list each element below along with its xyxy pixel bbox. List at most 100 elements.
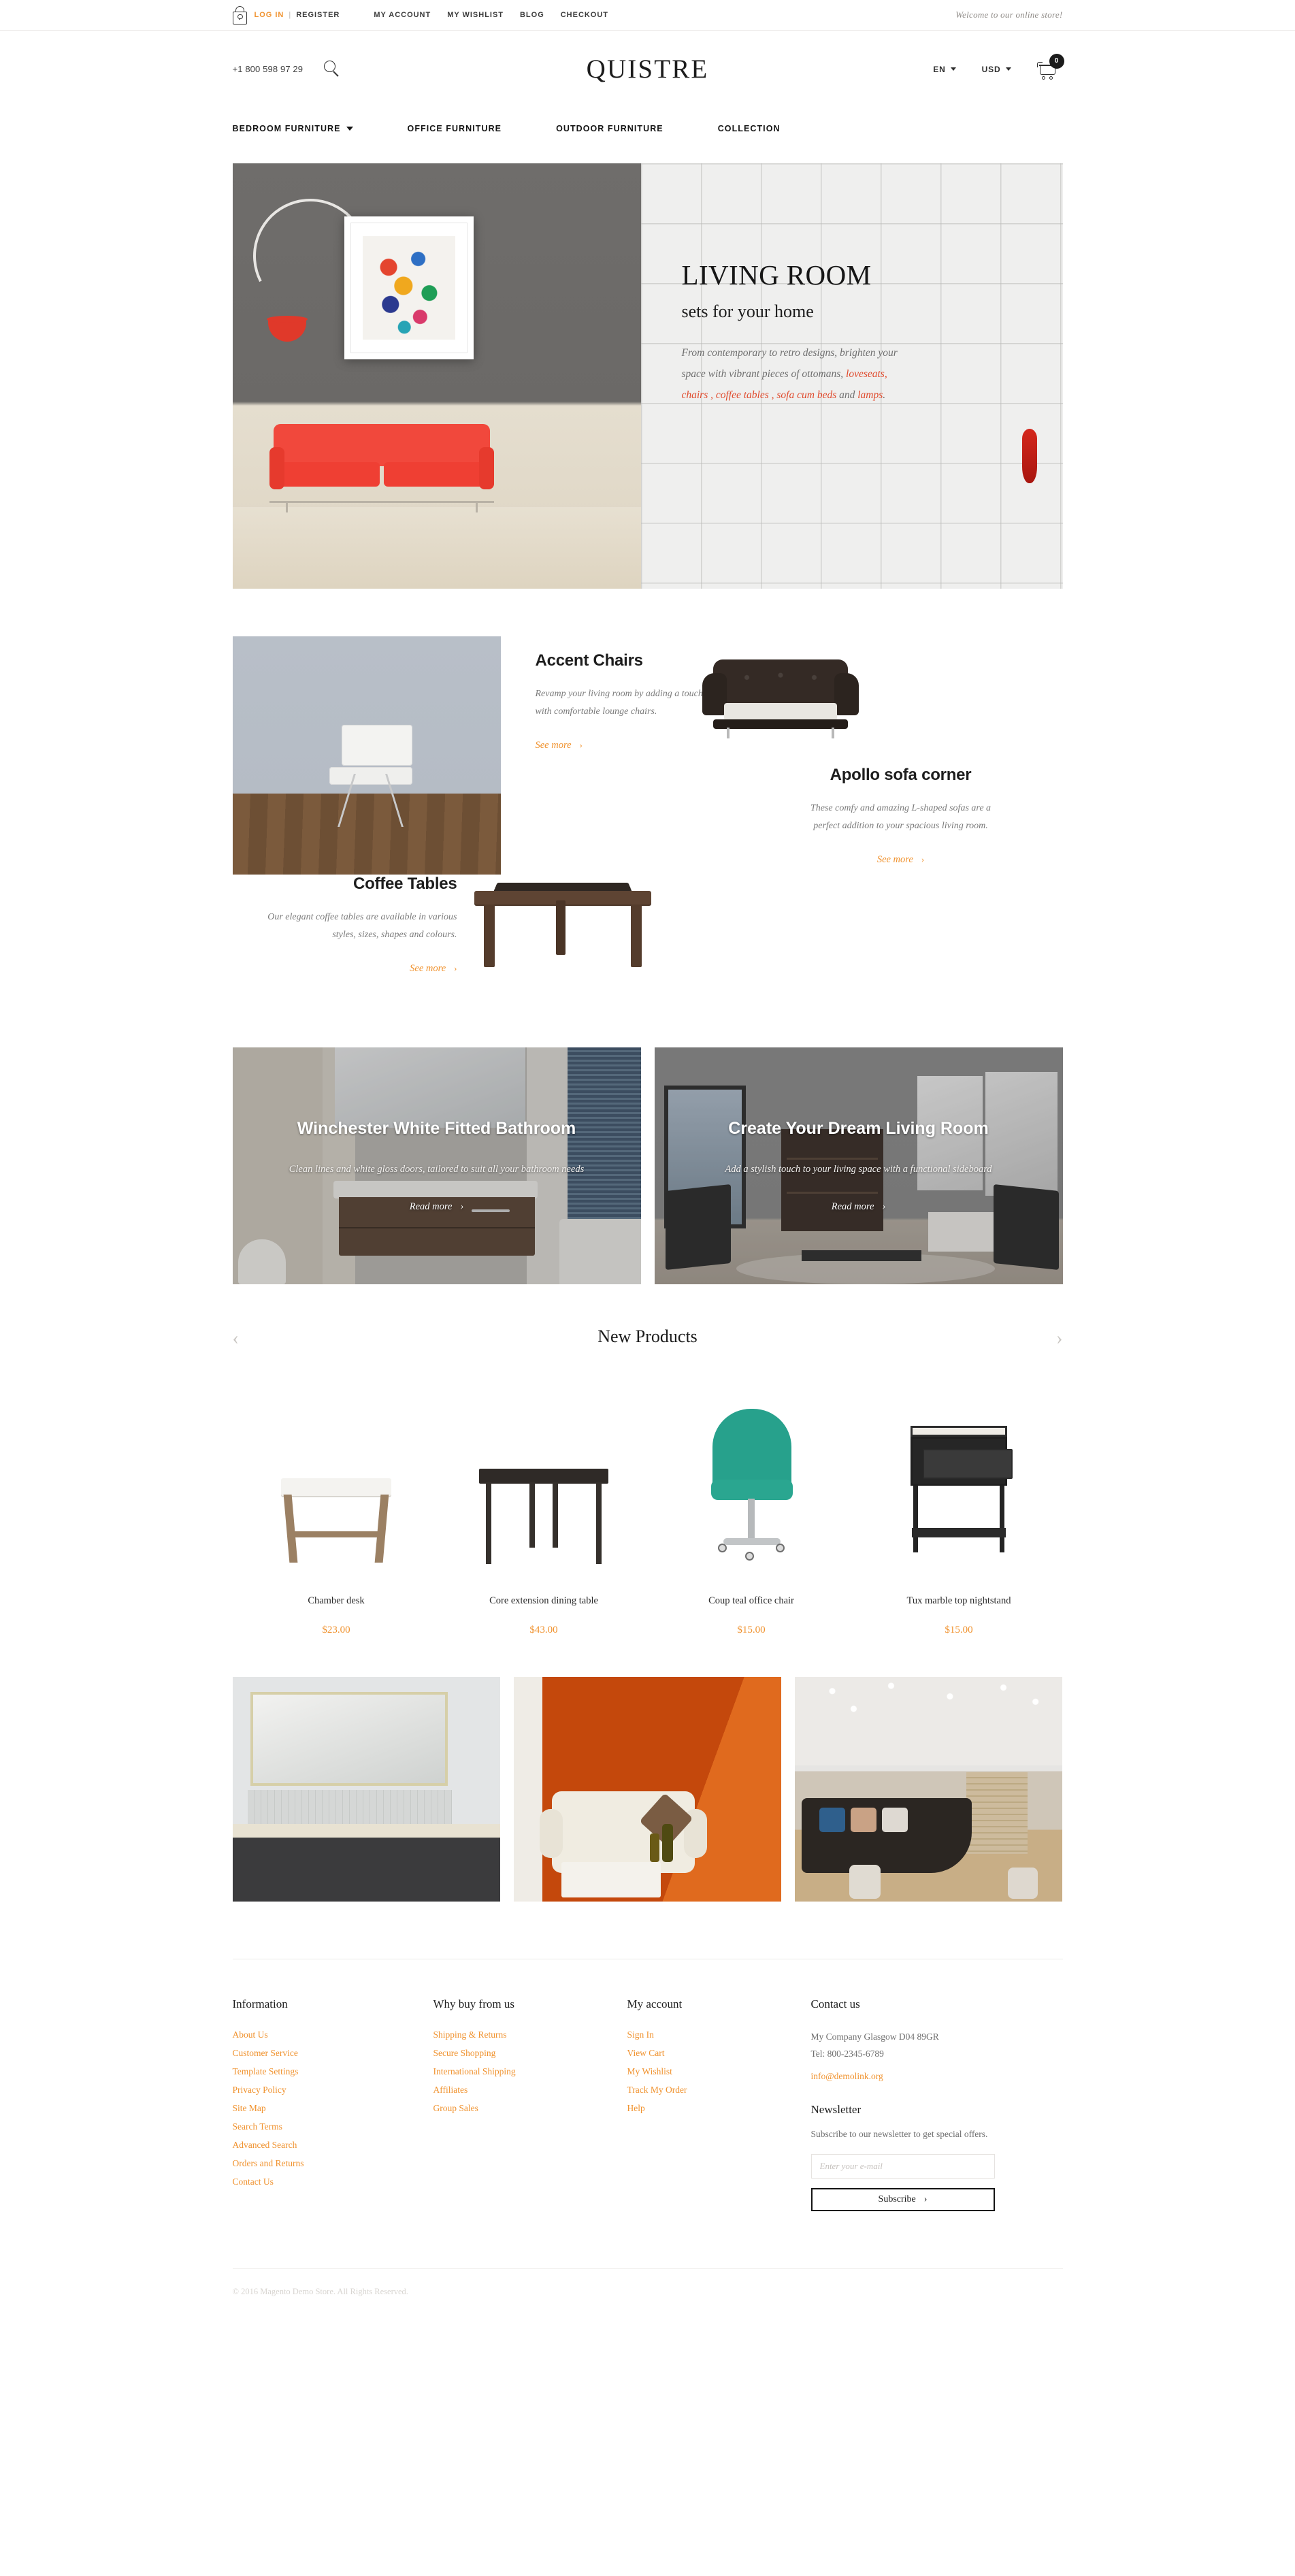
product-name: Chamber desk (308, 1595, 365, 1606)
list-item: Help (627, 2102, 811, 2115)
promo-banner-living-room[interactable]: Create Your Dream Living Room Add a styl… (654, 1047, 1063, 1284)
nav-item-outdoor-furniture[interactable]: OUTDOOR FURNITURE (556, 124, 663, 133)
site-logo[interactable]: QUISTRE (587, 54, 709, 84)
new-products-grid: Chamber desk $23.00 Core extension dinin… (233, 1399, 1063, 1636)
footer-link-sign-in[interactable]: Sign In (627, 2029, 654, 2040)
footer-link-help[interactable]: Help (627, 2103, 645, 2113)
subscribe-button[interactable]: Subscribe › (810, 2187, 995, 2211)
topbar-item-my-account[interactable]: MY ACCOUNT (374, 11, 431, 19)
product-card[interactable]: Tux marble top nightstand $15.00 (855, 1399, 1063, 1636)
topbar-item-checkout[interactable]: CHECKOUT (561, 11, 608, 19)
contact-email-link[interactable]: info@demolink.org (811, 2071, 883, 2082)
topbar-menu: MY ACCOUNT MY WISHLIST BLOG CHECKOUT (374, 11, 608, 19)
footer-link-search-terms[interactable]: Search Terms (233, 2121, 282, 2132)
footer-link-site-map[interactable]: Site Map (233, 2103, 266, 2113)
footer-link-group-sales[interactable]: Group Sales (433, 2103, 478, 2113)
chevron-right-icon: › (921, 854, 925, 865)
gallery-image-bathroom[interactable] (232, 1677, 500, 1902)
nav-item-bedroom-furniture[interactable]: BEDROOM FURNITURE (233, 124, 353, 133)
welcome-message: Welcome to our online store! (955, 10, 1063, 20)
login-link[interactable]: LOG IN (255, 11, 284, 19)
nav-item-collection[interactable]: COLLECTION (718, 124, 781, 133)
nav-label: OUTDOOR FURNITURE (556, 124, 663, 133)
currency-selector[interactable]: USD (982, 65, 1011, 74)
hero-subtitle: sets for your home (681, 301, 814, 322)
accent-chairs-see-more-link[interactable]: See more › (536, 740, 583, 751)
top-bar: LOG IN | REGISTER MY ACCOUNT MY WISHLIST… (0, 0, 1295, 31)
product-image (440, 1399, 648, 1565)
apollo-sofa-see-more-link[interactable]: See more › (877, 854, 924, 866)
list-item: Contact Us (233, 2176, 433, 2188)
apollo-sofa-title: Apollo sofa corner (830, 766, 972, 784)
coffee-tables-title: Coffee Tables (353, 875, 457, 893)
footer-link-affiliates[interactable]: Affiliates (433, 2085, 468, 2095)
footer-link-about-us[interactable]: About Us (233, 2029, 268, 2040)
newsletter-email-input[interactable] (810, 2153, 995, 2179)
apollo-sofa-description: These comfy and amazing L-shaped sofas a… (810, 803, 991, 831)
gallery-image-corner-sofa[interactable] (794, 1677, 1062, 1902)
footer-column-contact: Contact us My Company Glasgow D04 89GR T… (810, 1998, 1015, 2211)
list-item: About Us (233, 2029, 433, 2041)
hero-banner[interactable]: LIVING ROOM sets for your home From cont… (232, 163, 1063, 589)
wall-art-frame (344, 216, 474, 359)
promo-banner-bathroom[interactable]: Winchester White Fitted Bathroom Clean l… (232, 1047, 641, 1284)
currency-value: USD (981, 64, 1001, 74)
footer-link-orders-and-returns[interactable]: Orders and Returns (233, 2158, 304, 2168)
topbar-item-my-wishlist[interactable]: MY WISHLIST (447, 11, 504, 19)
footer-link-shipping-returns[interactable]: Shipping & Returns (433, 2029, 507, 2040)
footer-link-international-shipping[interactable]: International Shipping (433, 2066, 516, 2076)
footer-link-list: Sign In View Cart My Wishlist Track My O… (627, 2029, 811, 2115)
list-item: Group Sales (433, 2102, 627, 2115)
footer-link-secure-shopping[interactable]: Secure Shopping (433, 2048, 496, 2058)
list-item: Shipping & Returns (433, 2029, 627, 2041)
product-card[interactable]: Coup teal office chair $15.00 (648, 1399, 855, 1636)
footer-link-view-cart[interactable]: View Cart (627, 2048, 665, 2058)
register-link[interactable]: REGISTER (296, 11, 340, 19)
footer-link-customer-service[interactable]: Customer Service (233, 2048, 298, 2058)
footer-heading: Information (232, 1998, 288, 2010)
footer-link-my-wishlist[interactable]: My Wishlist (627, 2066, 672, 2076)
footer-link-advanced-search[interactable]: Advanced Search (233, 2140, 297, 2150)
product-price: $15.00 (737, 1625, 766, 1635)
cart-button[interactable]: 0 (1036, 53, 1064, 81)
language-selector[interactable]: EN (933, 65, 956, 74)
phone-number: +1 800 598 97 29 (232, 64, 304, 74)
footer-link-contact-us[interactable]: Contact Us (233, 2176, 274, 2187)
list-item: International Shipping (433, 2066, 627, 2078)
coffee-tables-text: Coffee Tables Our elegant coffee tables … (260, 875, 457, 975)
hero-description: From contemporary to retro designs, brig… (682, 342, 906, 406)
dark-leather-sofa (702, 655, 859, 757)
gallery-image-orange-lounge[interactable] (513, 1677, 781, 1902)
apollo-sofa-image[interactable] (702, 655, 859, 757)
contact-address: My Company Glasgow D04 89GR (810, 2032, 939, 2042)
footer-link-track-my-order[interactable]: Track My Order (627, 2085, 687, 2095)
carousel-prev-arrow[interactable]: ‹ (233, 1329, 239, 1348)
image-gallery (232, 1677, 1063, 1902)
topbar-item-blog[interactable]: BLOG (520, 11, 544, 19)
chevron-right-icon: › (923, 2194, 928, 2204)
product-card[interactable]: Core extension dining table $43.00 (440, 1399, 648, 1636)
promo-read-more-link[interactable]: Read more › (832, 1201, 886, 1213)
nav-item-office-furniture[interactable]: OFFICE FURNITURE (408, 124, 502, 133)
chevron-right-icon: › (454, 963, 457, 974)
product-name: Tux marble top nightstand (906, 1595, 1011, 1606)
footer-heading: Why buy from us (433, 1998, 514, 2010)
coffee-table-image[interactable] (474, 873, 651, 989)
footer-link-privacy-policy[interactable]: Privacy Policy (233, 2085, 286, 2095)
promo-read-more-link[interactable]: Read more › (410, 1201, 464, 1213)
nav-label: OFFICE FURNITURE (407, 124, 502, 133)
list-item: View Cart (627, 2047, 811, 2059)
list-item: Customer Service (233, 2047, 433, 2059)
carousel-next-arrow[interactable]: › (1056, 1329, 1062, 1348)
search-icon[interactable] (323, 59, 343, 80)
accent-chairs-image[interactable] (232, 636, 501, 875)
promo-title: Winchester White Fitted Bathroom (297, 1119, 576, 1139)
footer-link-template-settings[interactable]: Template Settings (233, 2066, 299, 2076)
product-card[interactable]: Chamber desk $23.00 (233, 1399, 440, 1636)
chevron-down-icon (950, 67, 956, 71)
contact-telephone: Tel: 800-2345-6789 (810, 2048, 884, 2059)
product-price: $15.00 (945, 1625, 973, 1635)
coffee-tables-see-more-link[interactable]: See more › (410, 963, 457, 975)
chevron-right-icon: › (460, 1201, 464, 1212)
see-more-label: See more (410, 962, 446, 974)
